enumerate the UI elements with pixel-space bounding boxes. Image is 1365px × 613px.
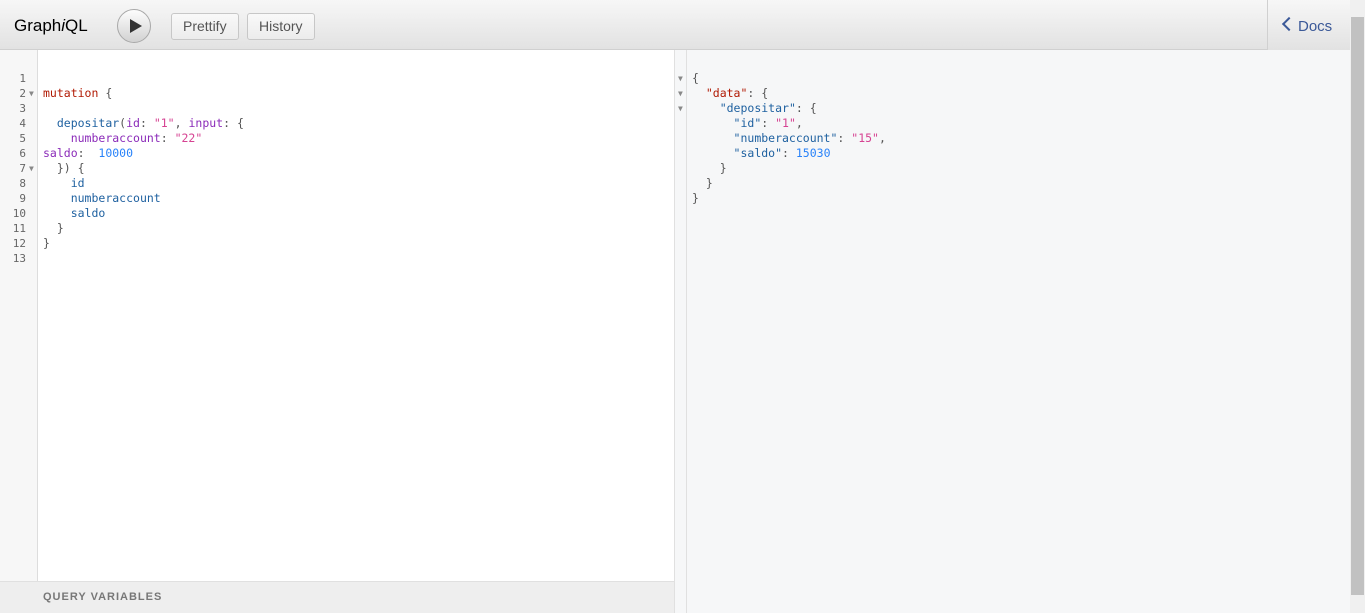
prettify-button[interactable]: Prettify xyxy=(171,13,239,40)
page-scrollbar[interactable] xyxy=(1350,0,1365,613)
query-editor[interactable]: 1 2 ▼ mutation { 3 4 depositar(id: "1", in… xyxy=(0,50,674,581)
fold-arrow-icon[interactable]: ▼ xyxy=(678,86,683,101)
fold-arrow-icon[interactable]: ▼ xyxy=(678,101,683,116)
scrollbar-thumb[interactable] xyxy=(1351,17,1364,595)
chevron-left-icon xyxy=(1281,16,1297,32)
query-variables-toggle[interactable]: QUERY VARIABLES xyxy=(0,581,674,613)
result-gutter xyxy=(675,50,687,613)
fold-arrow-icon[interactable]: ▼ xyxy=(29,161,34,176)
execute-query-button[interactable] xyxy=(117,9,151,43)
fold-arrow-icon[interactable]: ▼ xyxy=(29,86,34,101)
history-button[interactable]: History xyxy=(247,13,315,40)
docs-button[interactable]: Docs xyxy=(1267,0,1350,50)
play-icon xyxy=(130,19,142,33)
query-variables-label: QUERY VARIABLES xyxy=(43,591,163,603)
graphiql-logo: GraphiQL xyxy=(14,16,88,35)
fold-arrow-icon[interactable]: ▼ xyxy=(678,71,683,86)
toolbar: GraphiQL Prettify History xyxy=(0,0,1350,50)
result-viewer: ▼{ ▼ "data": { ▼ "depositar": { "id": "1… xyxy=(675,50,1350,613)
docs-label: Docs xyxy=(1298,18,1333,35)
